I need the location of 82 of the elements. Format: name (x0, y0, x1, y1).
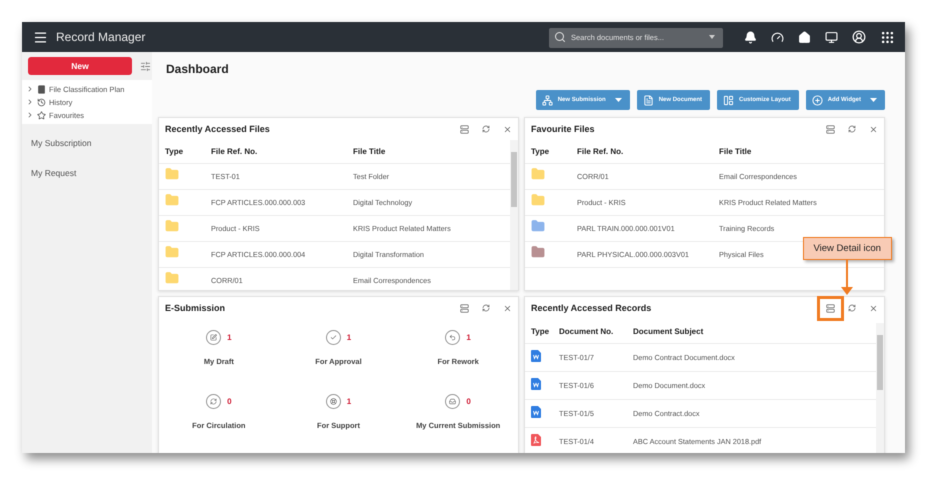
layout-icon (723, 94, 734, 106)
edit-icon (206, 330, 222, 345)
hierarchy-icon (542, 94, 553, 106)
word-document-icon (531, 406, 541, 418)
inbox-icon (445, 394, 460, 409)
close-icon (503, 124, 512, 134)
apps-grid-icon[interactable] (880, 30, 895, 44)
sidebar-link[interactable]: My Request (22, 168, 152, 185)
refresh-icon (482, 125, 490, 133)
check-icon (326, 330, 341, 345)
home-icon[interactable] (798, 30, 811, 44)
app-title: Record Manager (56, 30, 146, 44)
search-icon (554, 31, 566, 43)
widget-title: Favourite Files (531, 124, 595, 134)
view-detail-button[interactable] (826, 124, 835, 134)
stacked-layers-icon (826, 124, 835, 134)
stacked-layers-icon (460, 124, 469, 134)
close-button[interactable] (503, 124, 512, 134)
column-header: File Title (719, 147, 752, 156)
word-document-icon (531, 378, 541, 390)
stacked-layers-icon (826, 304, 835, 312)
monitor-icon[interactable] (825, 30, 838, 44)
close-icon (869, 304, 878, 312)
view-detail-button[interactable] (460, 124, 469, 134)
widget-title: E-Submission (165, 303, 226, 313)
column-header: File Ref. No. (211, 147, 258, 156)
pdf-document-icon (531, 434, 541, 446)
close-icon (869, 124, 878, 134)
word-document-icon (531, 350, 541, 362)
refresh-button[interactable] (848, 304, 856, 312)
stacked-layers-icon (460, 304, 469, 312)
bell-icon[interactable] (744, 30, 757, 44)
column-header: Type (165, 147, 184, 156)
caret-icon[interactable] (709, 35, 715, 39)
undo-icon (445, 330, 460, 345)
count: 0 (227, 397, 232, 406)
scrollbar[interactable] (510, 140, 518, 290)
plus-circle-icon (812, 94, 823, 106)
sidebar-link[interactable]: My Subscription (22, 138, 152, 155)
view-detail-button[interactable] (460, 304, 469, 312)
widget-title: Recently Accessed Files (165, 124, 270, 134)
close-icon (503, 304, 512, 312)
count: 0 (466, 397, 471, 406)
count: 1 (346, 333, 352, 342)
count: 1 (466, 333, 471, 342)
user-icon[interactable] (852, 30, 866, 44)
refresh-button[interactable] (482, 304, 490, 312)
expand-icon[interactable] (26, 111, 34, 119)
gauge-icon[interactable] (771, 30, 784, 44)
column-header: Type (531, 147, 550, 156)
document-icon (642, 94, 654, 106)
column-header: File Title (353, 147, 386, 156)
close-button[interactable] (503, 304, 512, 312)
expand-icon[interactable] (26, 85, 34, 93)
widget-title: Recently Accessed Records (531, 303, 652, 313)
refresh-button[interactable] (482, 125, 490, 133)
scrollbar[interactable] (876, 323, 884, 453)
menu-icon[interactable] (33, 30, 48, 44)
column-header: Document No. (559, 326, 614, 336)
refresh-icon (482, 304, 490, 312)
sliders-icon[interactable] (140, 60, 151, 72)
view-detail-button[interactable] (817, 296, 844, 320)
column-header: Type (531, 326, 550, 336)
callout-label: View Detail icon (802, 236, 892, 260)
close-button[interactable] (869, 124, 878, 134)
count: 1 (227, 333, 232, 342)
count: 1 (346, 397, 352, 406)
lifebuoy-icon (326, 394, 341, 409)
history-icon (37, 98, 46, 106)
star-icon (37, 110, 46, 120)
book-icon (37, 84, 46, 94)
page-title: Dashboard (166, 62, 230, 76)
expand-icon[interactable] (26, 98, 34, 106)
refresh-icon (206, 394, 222, 409)
column-header: File Ref. No. (577, 147, 624, 156)
refresh-button[interactable] (848, 125, 856, 133)
new-button[interactable]: New (28, 57, 132, 75)
callout-arrow (841, 260, 854, 296)
close-button[interactable] (869, 304, 878, 312)
refresh-icon (848, 125, 856, 133)
column-header: Document Subject (633, 326, 704, 336)
refresh-icon (848, 304, 856, 312)
